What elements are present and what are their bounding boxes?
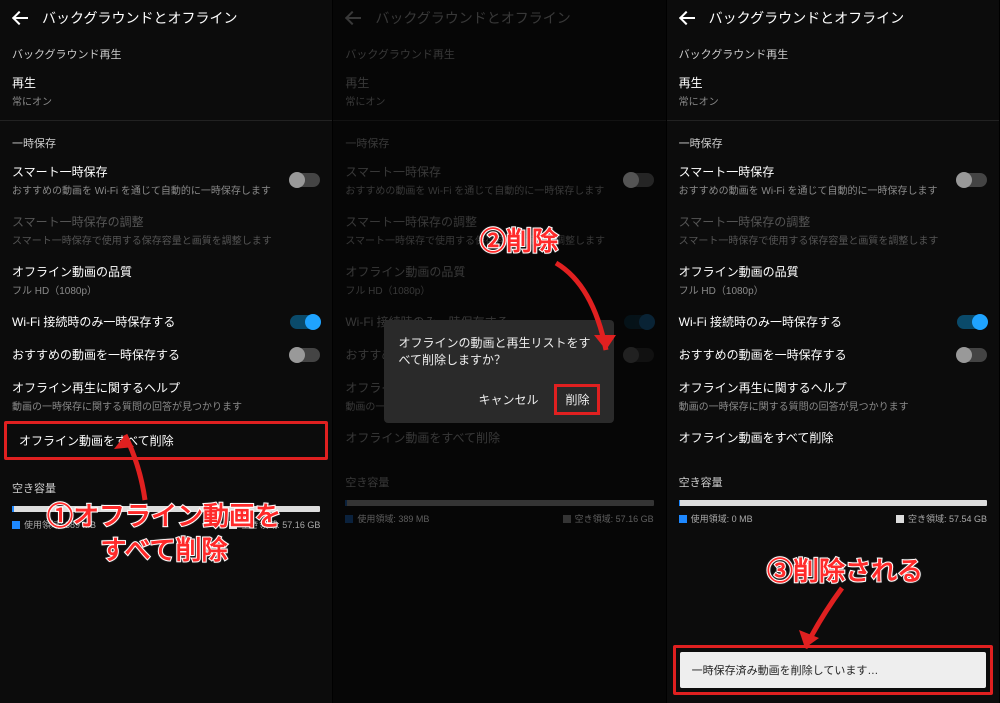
- help-sub: 動画の一時保存に関する質問の回答が見つかります: [12, 398, 320, 413]
- legend-free: 空き領域: 57.54 GB: [908, 512, 987, 525]
- toggle-recommend[interactable]: [957, 348, 987, 362]
- pane-3: バックグラウンドとオフライン バックグラウンド再生 再生 常にオン 一時保存 ス…: [667, 0, 1000, 703]
- row-wifi-only[interactable]: Wi-Fi 接続時のみ一時保存する: [0, 305, 332, 338]
- header: バックグラウンドとオフライン: [667, 0, 999, 36]
- storage-legend: 使用領域: 0 MB 空き領域: 57.54 GB: [667, 510, 999, 531]
- back-arrow-icon[interactable]: [677, 9, 695, 27]
- smart-adj-sub: スマート一時保存で使用する保存容量と画質を調整します: [12, 232, 320, 247]
- section-save: 一時保存: [667, 125, 999, 155]
- section-save: 一時保存: [0, 125, 332, 155]
- row-smart-adjust: スマート一時保存の調整 スマート一時保存で使用する保存容量と画質を調整します: [0, 205, 332, 255]
- dialog-message: オフラインの動画と再生リストをすべて削除しますか？: [398, 334, 600, 368]
- toast-deleting: 一時保存済み動画を削除しています…: [680, 652, 986, 688]
- storage-bar: [679, 500, 987, 506]
- quality-sub: フル HD（1080p）: [12, 282, 320, 297]
- section-bg-playback: バックグラウンド再生: [0, 36, 332, 66]
- toggle-smart-save[interactable]: [290, 173, 320, 187]
- smart-sub: おすすめの動画を Wi-Fi を通じて自動的に一時保存します: [12, 182, 290, 197]
- toggle-wifi-only[interactable]: [957, 315, 987, 329]
- divider: [0, 120, 332, 121]
- row-delete-all[interactable]: オフライン動画をすべて削除: [4, 421, 328, 460]
- quality-title: オフライン動画の品質: [12, 263, 320, 280]
- annotation-callout-2: ②削除: [480, 225, 558, 259]
- row-help[interactable]: オフライン再生に関するヘルプ 動画の一時保存に関する質問の回答が見つかります: [0, 371, 332, 421]
- row-smart-save[interactable]: スマート一時保存 おすすめの動画を Wi-Fi を通じて自動的に一時保存します: [0, 155, 332, 205]
- section-bg-playback: バックグラウンド再生: [667, 36, 999, 66]
- row-wifi-only[interactable]: Wi-Fi 接続時のみ一時保存する: [667, 305, 999, 338]
- help-title: オフライン再生に関するヘルプ: [12, 379, 320, 396]
- row-playback[interactable]: 再生 常にオン: [667, 66, 999, 116]
- legend-swatch-free-icon: [896, 515, 904, 523]
- row-smart-save[interactable]: スマート一時保存 おすすめの動画を Wi-Fi を通じて自動的に一時保存します: [667, 155, 999, 205]
- legend-swatch-used-icon: [679, 515, 687, 523]
- toggle-recommend[interactable]: [290, 348, 320, 362]
- delete-all-title: オフライン動画をすべて削除: [19, 432, 313, 449]
- row-delete-all[interactable]: オフライン動画をすべて削除: [667, 421, 999, 454]
- pane-1: バックグラウンドとオフライン バックグラウンド再生 再生 常にオン 一時保存 ス…: [0, 0, 333, 703]
- storage-used-segment: [679, 500, 680, 506]
- header: バックグラウンドとオフライン: [0, 0, 332, 36]
- legend-used: 使用領域: 0 MB: [691, 512, 753, 525]
- pane-2: バックグラウンドとオフライン バックグラウンド再生 再生 常にオン 一時保存 ス…: [333, 0, 666, 703]
- divider: [667, 120, 999, 121]
- cancel-button[interactable]: キャンセル: [472, 387, 544, 412]
- wifi-only-title: Wi-Fi 接続時のみ一時保存する: [12, 313, 290, 330]
- toggle-wifi-only[interactable]: [290, 315, 320, 329]
- row-playback-title: 再生: [12, 74, 320, 91]
- back-arrow-icon[interactable]: [10, 9, 28, 27]
- row-quality[interactable]: オフライン動画の品質 フル HD（1080p）: [0, 255, 332, 305]
- free-space-label: 空き容量: [0, 470, 332, 500]
- row-recommend-save[interactable]: おすすめの動画を一時保存する: [667, 338, 999, 371]
- free-space-label: 空き容量: [667, 464, 999, 494]
- row-help[interactable]: オフライン再生に関するヘルプ 動画の一時保存に関する質問の回答が見つかります: [667, 371, 999, 421]
- page-title: バックグラウンドとオフライン: [709, 8, 904, 28]
- toast-highlight: 一時保存済み動画を削除しています…: [673, 645, 993, 695]
- toggle-smart-save[interactable]: [957, 173, 987, 187]
- recommend-title: おすすめの動画を一時保存する: [12, 346, 290, 363]
- annotation-callout-3: ③削除される: [710, 555, 980, 589]
- toast-text: 一時保存済み動画を削除しています…: [692, 665, 879, 677]
- smart-title: スマート一時保存: [12, 163, 290, 180]
- row-playback[interactable]: 再生 常にオン: [0, 66, 332, 116]
- row-playback-sub: 常にオン: [12, 93, 320, 108]
- confirm-delete-dialog: オフラインの動画と再生リストをすべて削除しますか？ キャンセル 削除: [384, 320, 614, 423]
- row-smart-adjust: スマート一時保存の調整 スマート一時保存で使用する保存容量と画質を調整します: [667, 205, 999, 255]
- annotation-callout-1: ①オフライン動画を すべて削除: [4, 500, 324, 568]
- row-quality[interactable]: オフライン動画の品質 フル HD（1080p）: [667, 255, 999, 305]
- page-title: バックグラウンドとオフライン: [42, 8, 237, 28]
- row-recommend-save[interactable]: おすすめの動画を一時保存する: [0, 338, 332, 371]
- delete-button[interactable]: 削除: [554, 384, 600, 415]
- smart-adj-title: スマート一時保存の調整: [12, 213, 320, 230]
